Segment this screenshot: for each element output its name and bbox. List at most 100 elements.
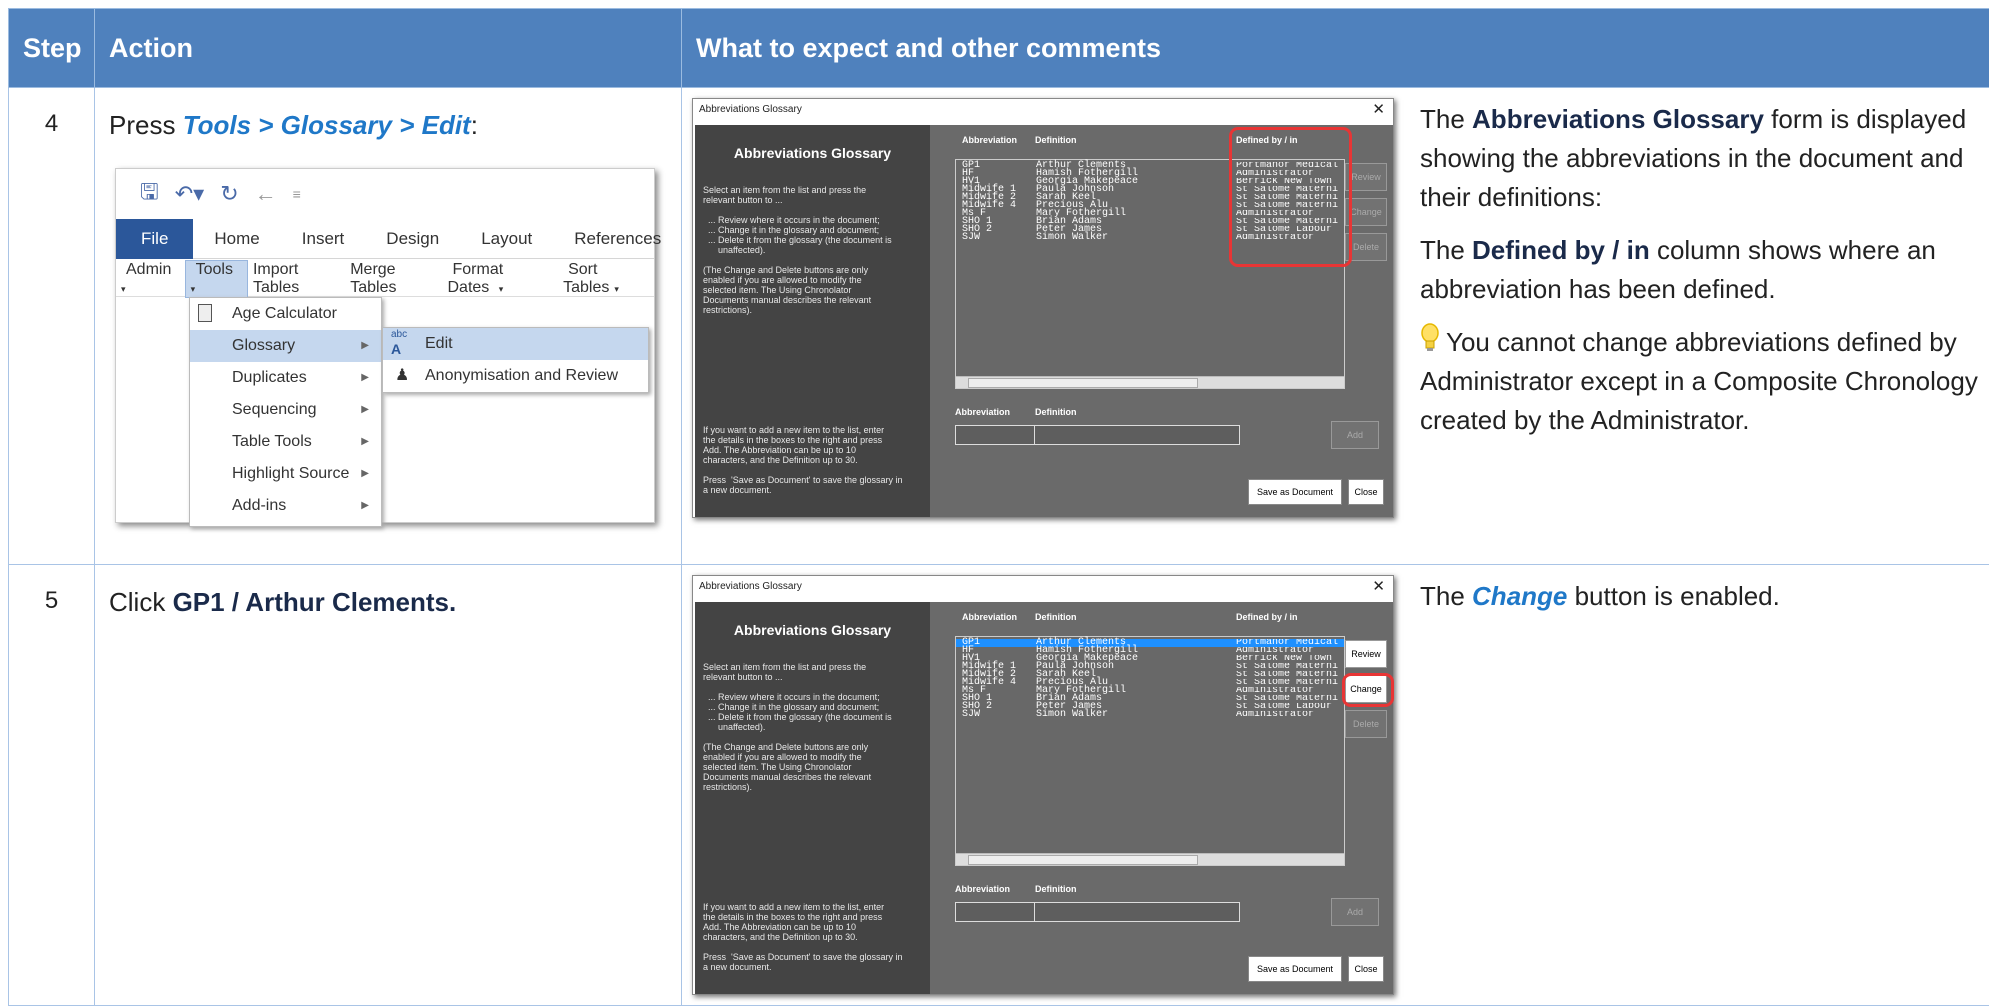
- abbreviation-list[interactable]: GP1Arthur ClementsPortmanor MedicalHFHam…: [955, 636, 1345, 866]
- menu-item-table-tools[interactable]: Table Tools▶: [190, 426, 381, 458]
- step-number: 5: [9, 565, 94, 615]
- action-prefix: Press: [109, 110, 183, 140]
- tools-menu[interactable]: Tools ▾: [185, 260, 248, 298]
- scrollbar-thumb[interactable]: [968, 378, 1198, 388]
- list-item[interactable]: SJWSimon WalkerAdministrator: [956, 711, 1344, 719]
- redo-icon[interactable]: ↻: [220, 181, 238, 207]
- header-row: Step Action What to expect and other com…: [9, 9, 1989, 88]
- defined-by-cell: Administrator: [1236, 711, 1344, 719]
- tab-layout[interactable]: Layout: [460, 219, 553, 259]
- dialog-help-panel: Abbreviations Glossary Select an item fr…: [695, 125, 930, 517]
- col-header-abbreviation: Abbreviation: [962, 135, 1017, 145]
- glossary-dialog-2: Abbreviations Glossary✕ Abbreviations Gl…: [692, 575, 1394, 995]
- delete-button[interactable]: Delete: [1345, 710, 1387, 738]
- col-header-defined-by: Defined by / in: [1236, 612, 1298, 622]
- merge-tables-button[interactable]: Merge Tables: [345, 261, 442, 297]
- comment-step-5: The Change button is enabled.: [1420, 577, 1980, 630]
- label-definition: Definition: [1035, 407, 1077, 417]
- horizontal-scrollbar[interactable]: [956, 376, 1344, 388]
- tab-design[interactable]: Design: [365, 219, 460, 259]
- word-ribbon-screenshot: 🖫 ↶▾ ↻ ← ≡ File Home Insert Design Layou…: [115, 168, 655, 523]
- col-header-definition: Definition: [1035, 612, 1077, 622]
- review-button[interactable]: Review: [1345, 640, 1387, 668]
- abbreviation-input[interactable]: [955, 902, 1041, 922]
- help-text-2: If you want to add a new item to the lis…: [695, 902, 911, 972]
- close-button[interactable]: Close: [1348, 956, 1384, 982]
- defined-by-cell: Administrator: [1236, 687, 1344, 695]
- horizontal-scrollbar[interactable]: [956, 853, 1344, 865]
- comment-para-2: The Defined by / in column shows where a…: [1420, 231, 1980, 309]
- menu-item-sequencing[interactable]: Sequencing▶: [190, 394, 381, 426]
- defined-by-cell: St Salome Materni: [1236, 695, 1344, 703]
- admin-menu[interactable]: Admin ▾: [116, 261, 185, 297]
- add-button[interactable]: Add: [1331, 421, 1379, 449]
- submenu-item-anonymisation[interactable]: ♟Anonymisation and Review: [383, 360, 648, 392]
- highlight-change-button: [1342, 673, 1394, 707]
- sort-tables-menu[interactable]: Sort Tables▾: [558, 261, 654, 297]
- close-icon[interactable]: ✕: [1372, 99, 1385, 121]
- col-header-abbreviation: Abbreviation: [962, 612, 1017, 622]
- defined-by-cell: Portmanor Medical: [1236, 639, 1344, 647]
- list-item[interactable]: SHO 2Peter JamesSt Salome Labour: [956, 703, 1344, 711]
- tab-insert[interactable]: Insert: [281, 219, 366, 259]
- list-item[interactable]: Ms FMary FothergillAdministrator: [956, 687, 1344, 695]
- definition-cell: Simon Walker: [1036, 711, 1108, 719]
- menu-item-highlight-source[interactable]: Highlight Source▶: [190, 458, 381, 490]
- defined-by-cell: St Salome Materni: [1236, 671, 1344, 679]
- comment-para-1: The Change button is enabled.: [1420, 577, 1980, 616]
- person-icon: ♟: [395, 360, 409, 392]
- submenu-item-edit[interactable]: abcAEdit: [383, 328, 648, 360]
- help-text-1: Select an item from the list and press t…: [695, 662, 930, 792]
- quick-access-toolbar: 🖫 ↶▾ ↻ ← ≡: [140, 179, 301, 209]
- step-number: 4: [9, 88, 94, 138]
- chevron-right-icon: ▶: [361, 426, 369, 458]
- definition-cell: Simon Walker: [1036, 234, 1108, 242]
- defined-by-cell: St Salome Materni: [1236, 663, 1344, 671]
- spelling-icon: abcA: [391, 328, 407, 359]
- list-item[interactable]: GP1Arthur ClementsPortmanor Medical: [956, 639, 1344, 647]
- ribbon-tabs: File Home Insert Design Layout Reference…: [116, 219, 654, 259]
- menu-item-add-ins[interactable]: Add-ins▶: [190, 490, 381, 522]
- tab-references[interactable]: References: [553, 219, 682, 259]
- abbreviation-input[interactable]: [955, 425, 1041, 445]
- save-icon[interactable]: 🖫: [140, 175, 159, 213]
- menu-item-duplicates[interactable]: Duplicates▶: [190, 362, 381, 394]
- save-as-document-button[interactable]: Save as Document: [1248, 956, 1342, 982]
- abbreviation-cell: SJW: [962, 234, 980, 242]
- action-text: Click GP1 / Arthur Clements.: [95, 565, 681, 618]
- defined-by-cell: Berrick New Town: [1236, 655, 1344, 663]
- definition-input[interactable]: [1034, 425, 1240, 445]
- undo-icon[interactable]: ↶▾: [175, 181, 204, 207]
- header-expect: What to expect and other comments: [682, 9, 1989, 88]
- tab-home[interactable]: Home: [193, 219, 280, 259]
- list-item[interactable]: Midwife 4Precious AluSt Salome Materni: [956, 679, 1344, 687]
- label-abbreviation: Abbreviation: [955, 407, 1010, 417]
- defined-by-cell: Administrator: [1236, 647, 1344, 655]
- calculator-icon: [198, 304, 212, 322]
- tab-file[interactable]: File: [116, 219, 193, 259]
- step-row-4: 4 Press Tools > Glossary > Edit: 🖫 ↶▾ ↻ …: [9, 88, 1989, 565]
- close-icon[interactable]: ✕: [1372, 576, 1385, 598]
- chevron-right-icon: ▶: [361, 458, 369, 490]
- close-button[interactable]: Close: [1348, 479, 1384, 505]
- col-header-definition: Definition: [1035, 135, 1077, 145]
- save-as-document-button[interactable]: Save as Document: [1248, 479, 1342, 505]
- definition-input[interactable]: [1034, 902, 1240, 922]
- list-item[interactable]: SHO 1Brian AdamsSt Salome Materni: [956, 695, 1344, 703]
- glossary-dialog-1: Abbreviations Glossary ✕ Abbreviations Gl…: [692, 98, 1394, 518]
- format-dates-menu[interactable]: Format Dates ▾: [442, 261, 558, 297]
- addin-toolbar: Admin ▾ Tools ▾ Import Tables Merge Tabl…: [116, 261, 654, 297]
- back-icon[interactable]: ←: [255, 181, 277, 207]
- menu-item-age-calculator[interactable]: Age Calculator: [190, 298, 381, 330]
- add-button[interactable]: Add: [1331, 898, 1379, 926]
- menu-item-glossary[interactable]: Glossary▶: [190, 330, 381, 362]
- dialog-main-panel: Abbreviation Definition Defined by / in …: [930, 602, 1393, 994]
- help-text-1: Select an item from the list and press t…: [695, 185, 930, 315]
- dialog-heading: Abbreviations Glossary: [695, 125, 930, 161]
- comment-step-4: The Abbreviations Glossary form is displ…: [1420, 100, 1980, 454]
- glossary-submenu: abcAEdit ♟Anonymisation and Review: [382, 327, 649, 393]
- list-item[interactable]: HFHamish FothergillAdministrator: [956, 647, 1344, 655]
- customize-icon[interactable]: ≡: [293, 186, 301, 202]
- scrollbar-thumb[interactable]: [968, 855, 1198, 865]
- import-tables-button[interactable]: Import Tables: [248, 261, 345, 297]
